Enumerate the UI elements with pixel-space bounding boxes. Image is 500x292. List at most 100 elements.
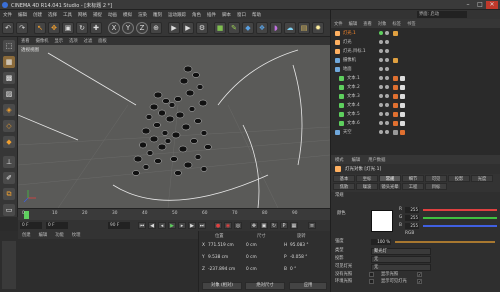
green-slider[interactable] (423, 217, 497, 219)
object-row[interactable]: 文本.2 (331, 84, 495, 91)
size-z-field[interactable]: 0 cm (246, 267, 257, 272)
no-illumination-checkbox[interactable] (369, 272, 374, 277)
key-pla-icon[interactable]: ▦ (290, 222, 298, 229)
viewport-menu-view[interactable]: 查看 (18, 37, 33, 44)
render-settings-icon[interactable]: ⚙ (196, 22, 208, 34)
object-row[interactable]: 灯光.目标.1 (331, 48, 495, 55)
timeline-ruler[interactable]: 0 10 20 30 40 50 60 70 80 90 (18, 208, 330, 220)
texture-tag-icon[interactable] (400, 112, 405, 117)
menu-plugins[interactable]: 插件 (204, 10, 219, 18)
material-tag-icon[interactable] (393, 94, 398, 99)
tab-coord[interactable]: 坐标 (356, 175, 378, 182)
key-parameter-icon[interactable]: P (280, 222, 288, 229)
compositing-tag-icon[interactable] (400, 130, 405, 135)
rotation-p-field[interactable]: -0.058 ° (290, 255, 307, 260)
tab-lens-effects[interactable]: 镜头光晕 (379, 183, 401, 190)
texture-tag-icon[interactable] (400, 121, 405, 126)
material-menu-create[interactable]: 创建 (18, 231, 35, 238)
menu-create[interactable]: 创建 (30, 10, 45, 18)
material-tag-icon[interactable] (393, 85, 398, 90)
viewport-menu-filter[interactable]: 过滤 (81, 37, 96, 44)
live-select-icon[interactable]: ↖ (34, 22, 46, 34)
object-row[interactable]: 文本.4 (331, 102, 495, 109)
menu-animate[interactable]: 动画 (105, 10, 120, 18)
om-menu-file[interactable]: 文件 (331, 19, 346, 27)
menu-window[interactable]: 窗口 (234, 10, 249, 18)
menu-script[interactable]: 脚本 (219, 10, 234, 18)
menu-simulate[interactable]: 模拟 (120, 10, 135, 18)
size-y-field[interactable]: 0 cm (246, 255, 257, 260)
rotation-h-field[interactable]: 95.083 ° (290, 243, 309, 248)
blue-slider[interactable] (423, 225, 497, 227)
menu-edit[interactable]: 编辑 (15, 10, 30, 18)
om-menu-tags[interactable]: 标签 (389, 19, 404, 27)
redo-icon[interactable]: ↷ (16, 22, 28, 34)
model-mode-icon[interactable]: ▦ (3, 56, 15, 68)
menu-sculpt[interactable]: 雕刻 (150, 10, 165, 18)
attr-menu-edit[interactable]: 编辑 (348, 155, 365, 163)
texture-tag-icon[interactable] (400, 103, 405, 108)
goto-end-icon[interactable]: ⏭ (198, 222, 206, 229)
visibility-dot[interactable] (379, 40, 383, 44)
object-row[interactable]: 地面 (331, 66, 495, 73)
intensity-field[interactable]: 100 % (371, 239, 391, 245)
visibility-dot[interactable] (379, 49, 383, 53)
visibility-dot[interactable] (379, 130, 383, 134)
record-icon[interactable]: ● (214, 222, 222, 229)
tab-target[interactable]: 目标 (425, 183, 447, 190)
material-tag-icon[interactable] (393, 76, 398, 81)
green-value-field[interactable]: 255 (405, 215, 419, 221)
render-dot[interactable] (385, 31, 389, 35)
current-frame-field[interactable]: 0 F (46, 222, 68, 229)
menu-motion-tracker[interactable]: 运动跟踪 (165, 10, 189, 18)
material-tag-icon[interactable] (393, 121, 398, 126)
cube-primitive-icon[interactable]: ■ (214, 22, 226, 34)
render-dot[interactable] (385, 130, 389, 134)
goto-start-icon[interactable]: ⏮ (138, 222, 146, 229)
workplane-lock-icon[interactable]: ▭ (3, 204, 15, 216)
tab-caustics[interactable]: 焦散 (333, 183, 355, 190)
material-tag-icon[interactable] (393, 112, 398, 117)
bend-deformer-icon[interactable]: ◗ (270, 22, 282, 34)
menu-mesh[interactable]: 网格 (75, 10, 90, 18)
coordinate-system-icon[interactable]: ⊕ (150, 22, 162, 34)
render-dot[interactable] (385, 67, 389, 71)
texture-tag-icon[interactable] (400, 85, 405, 90)
make-editable-icon[interactable]: ⬚ (3, 40, 15, 52)
attr-menu-mode[interactable]: 模式 (331, 155, 348, 163)
visibility-dot[interactable] (379, 31, 383, 35)
show-visible-checkbox[interactable]: ✓ (417, 279, 422, 284)
visibility-dot[interactable] (379, 94, 383, 98)
render-dot[interactable] (385, 94, 389, 98)
material-menu-function[interactable]: 功能 (51, 231, 68, 238)
rotation-b-field[interactable]: 0 ° (290, 267, 296, 272)
size-x-field[interactable]: 0 cm (246, 243, 257, 248)
menu-file[interactable]: 文件 (0, 10, 15, 18)
material-menu-edit[interactable]: 编辑 (35, 231, 52, 238)
shadow-dropdown[interactable]: 无 (371, 256, 431, 263)
position-x-field[interactable]: 771.519 cm (208, 243, 234, 248)
menu-select[interactable]: 选择 (45, 10, 60, 18)
menu-character[interactable]: 角色 (189, 10, 204, 18)
tab-general[interactable]: 常规 (379, 175, 401, 182)
pen-spline-icon[interactable]: ✎ (228, 22, 240, 34)
render-dot[interactable] (385, 121, 389, 125)
keyframe-selection-icon[interactable]: ◎ (234, 222, 242, 229)
visibility-dot[interactable] (379, 121, 383, 125)
render-dot[interactable] (385, 40, 389, 44)
visibility-dot[interactable] (379, 85, 383, 89)
om-menu-edit[interactable]: 编辑 (346, 19, 361, 27)
minimize-button[interactable]: – (462, 1, 474, 9)
x-axis-lock-button[interactable]: X (108, 22, 120, 34)
viewport-menu-display[interactable]: 显示 (51, 37, 66, 44)
rotate-icon[interactable]: ↻ (76, 22, 88, 34)
enable-axis-icon[interactable]: ⊥ (3, 156, 15, 168)
tab-details[interactable]: 细节 (402, 175, 424, 182)
tab-noise[interactable]: 噪波 (356, 183, 378, 190)
maximize-button[interactable]: □ (474, 1, 486, 9)
coord-mode-dropdown[interactable]: 对象 (相对) (202, 282, 242, 290)
render-dot[interactable] (385, 49, 389, 53)
object-row[interactable]: 灯光.1 (331, 30, 495, 37)
ambient-checkbox[interactable] (369, 279, 374, 284)
viewport-menu-options[interactable]: 选项 (66, 37, 81, 44)
